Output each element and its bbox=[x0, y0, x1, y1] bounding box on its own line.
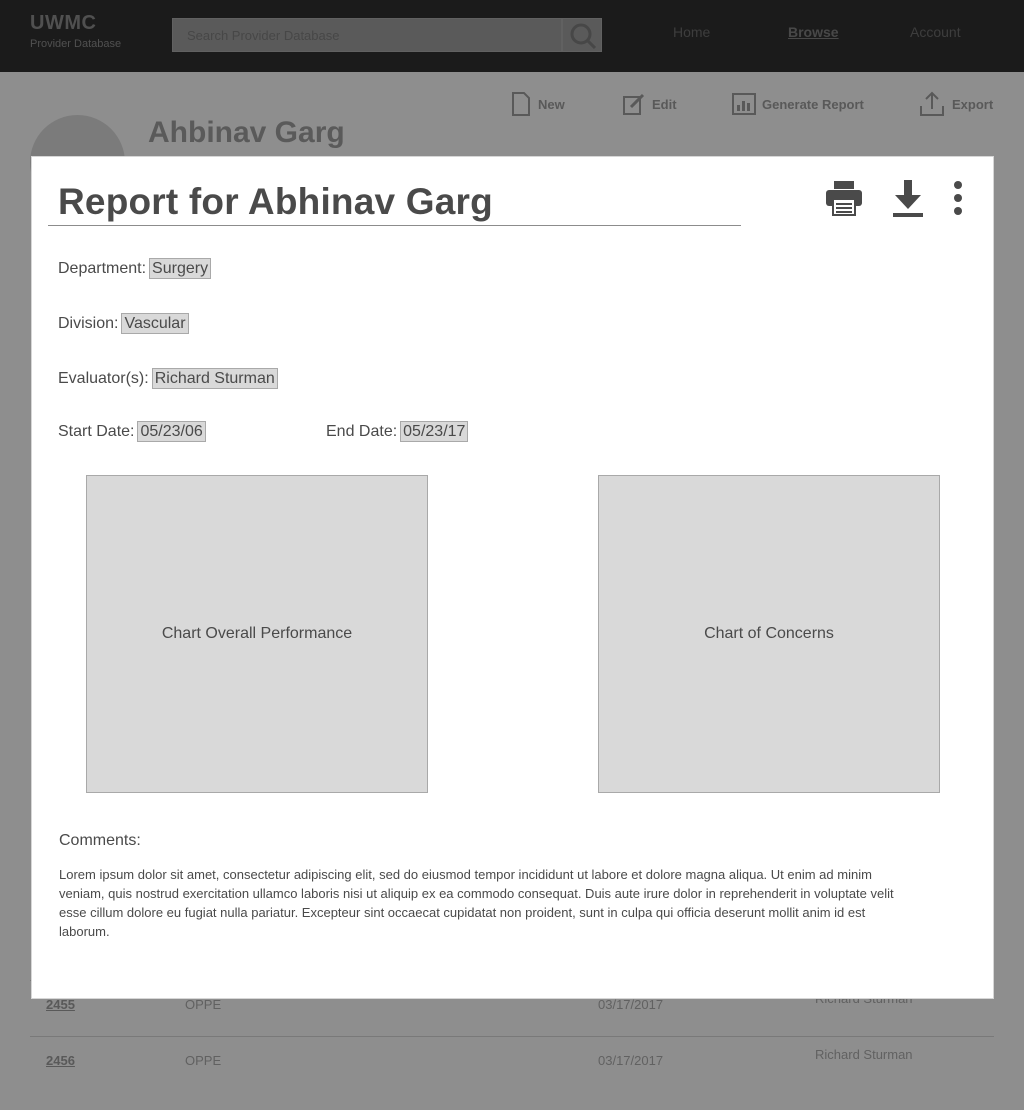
division-label: Division: bbox=[58, 314, 119, 332]
chart-of-concerns-label: Chart of Concerns bbox=[704, 625, 834, 642]
department-value[interactable]: Surgery bbox=[149, 258, 212, 279]
print-button[interactable] bbox=[825, 179, 863, 217]
department-field: Department: Surgery bbox=[58, 258, 212, 279]
end-date-label: End Date: bbox=[326, 422, 398, 440]
end-date-value[interactable]: 05/23/17 bbox=[400, 421, 469, 442]
download-icon bbox=[893, 180, 923, 217]
start-date-value[interactable]: 05/23/06 bbox=[137, 421, 206, 442]
end-date-field: End Date: 05/23/17 bbox=[326, 421, 469, 442]
chart-overall-performance-label: Chart Overall Performance bbox=[161, 625, 353, 642]
chart-of-concerns: Chart of Concerns bbox=[598, 475, 940, 793]
evaluators-field: Evaluator(s): Richard Sturman bbox=[58, 368, 278, 389]
start-date-field: Start Date: 05/23/06 bbox=[58, 421, 206, 442]
more-options-button[interactable] bbox=[948, 179, 968, 219]
printer-icon bbox=[826, 181, 862, 216]
chart-overall-performance: Chart Overall Performance bbox=[86, 475, 428, 793]
title-divider bbox=[48, 225, 741, 226]
division-field: Division: Vascular bbox=[58, 313, 189, 334]
download-button[interactable] bbox=[892, 179, 924, 219]
department-label: Department: bbox=[58, 259, 147, 277]
page-title: Report for Abhinav Garg bbox=[58, 181, 493, 222]
report-modal: Report for Abhinav Garg Department: Surg… bbox=[31, 156, 994, 999]
evaluators-label: Evaluator(s): bbox=[58, 369, 149, 387]
evaluators-value[interactable]: Richard Sturman bbox=[151, 368, 278, 389]
more-vertical-icon bbox=[954, 181, 962, 215]
comments-text: Lorem ipsum dolor sit amet, consectetur … bbox=[59, 867, 894, 939]
comments-label: Comments: bbox=[59, 832, 141, 849]
division-value[interactable]: Vascular bbox=[121, 313, 189, 334]
start-date-label: Start Date: bbox=[58, 422, 135, 440]
